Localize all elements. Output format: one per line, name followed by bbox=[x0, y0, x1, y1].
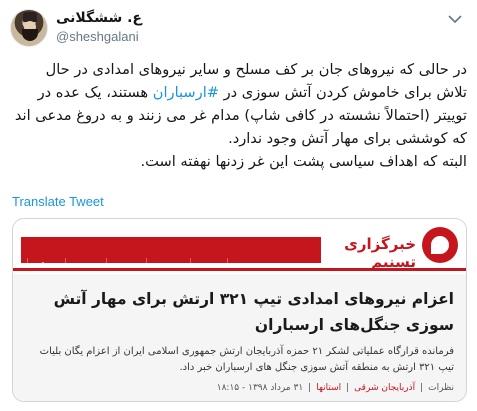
tweet-text: در حالی که نیروهای جان بر کف مسلح و سایر… bbox=[12, 58, 467, 173]
news-nav-list: صفحه اصلیسیاسیورزشیبین المللاقتصادیاجتما… bbox=[27, 256, 319, 263]
news-nav-item: سیاسی bbox=[227, 258, 265, 263]
display-name[interactable]: ع. ششگلانی bbox=[56, 10, 142, 26]
meta-region: آذربایجان شرقی bbox=[354, 383, 416, 393]
news-body: اعزام نیروهای امدادی تیپ ۳۲۱ ارتش برای م… bbox=[13, 274, 466, 401]
meta-divider: | bbox=[420, 383, 424, 393]
translate-tweet-link[interactable]: Translate Tweet bbox=[12, 194, 104, 209]
news-nav: صفحه اصلیسیاسیورزشیبین المللاقتصادیاجتما… bbox=[21, 237, 321, 263]
chevron-down-icon[interactable] bbox=[447, 13, 463, 25]
hashtag-link[interactable]: #ارسباران bbox=[153, 84, 219, 101]
news-nav-item: اقتصادی bbox=[105, 258, 146, 263]
news-nav-item: اجتماعی bbox=[65, 258, 106, 263]
news-meta: ۳۱ مرداد ۱۳۹۸ - ۱۸:۱۵ | استانها | آذربای… bbox=[217, 383, 454, 393]
meta-date: ۳۱ مرداد ۱۳۹۸ - ۱۸:۱۵ bbox=[216, 383, 304, 393]
avatar[interactable] bbox=[10, 9, 48, 47]
meta-divider: | bbox=[308, 383, 312, 393]
news-lead: فرمانده قرارگاه عملیاتی لشکر ۲۱ حمزه آذر… bbox=[39, 346, 454, 373]
tweet: ع. ششگلانی @sheshgalani در حالی که نیروه… bbox=[0, 0, 477, 411]
news-headline: اعزام نیروهای امدادی تیپ ۳۲۱ ارتش برای م… bbox=[53, 290, 454, 334]
avatar-beard-shape bbox=[22, 29, 38, 41]
news-nav-item: فرهنگی bbox=[27, 258, 66, 263]
news-nav-item: صفحه اصلی bbox=[264, 258, 319, 263]
meta-comments: نظرات bbox=[428, 383, 454, 393]
link-card[interactable]: صفحه اصلیسیاسیورزشیبین المللاقتصادیاجتما… bbox=[12, 218, 467, 402]
meta-section: استانها bbox=[316, 383, 342, 393]
meta-divider: | bbox=[346, 383, 350, 393]
screen-name[interactable]: @sheshgalani bbox=[56, 29, 139, 44]
news-header: صفحه اصلیسیاسیورزشیبین المللاقتصادیاجتما… bbox=[13, 219, 466, 271]
news-nav-item: ورزشی bbox=[190, 258, 228, 263]
news-nav-item: بین الملل bbox=[145, 258, 191, 263]
logo-text: خبرگزاری تسنیم bbox=[344, 235, 416, 271]
tweet-text-line-2: البته که اهداف سیاسی پشت این غر زدنها نه… bbox=[140, 153, 467, 170]
tasnim-logo-icon bbox=[422, 227, 458, 263]
news-logo: خبرگزاری تسنیم bbox=[328, 227, 458, 271]
